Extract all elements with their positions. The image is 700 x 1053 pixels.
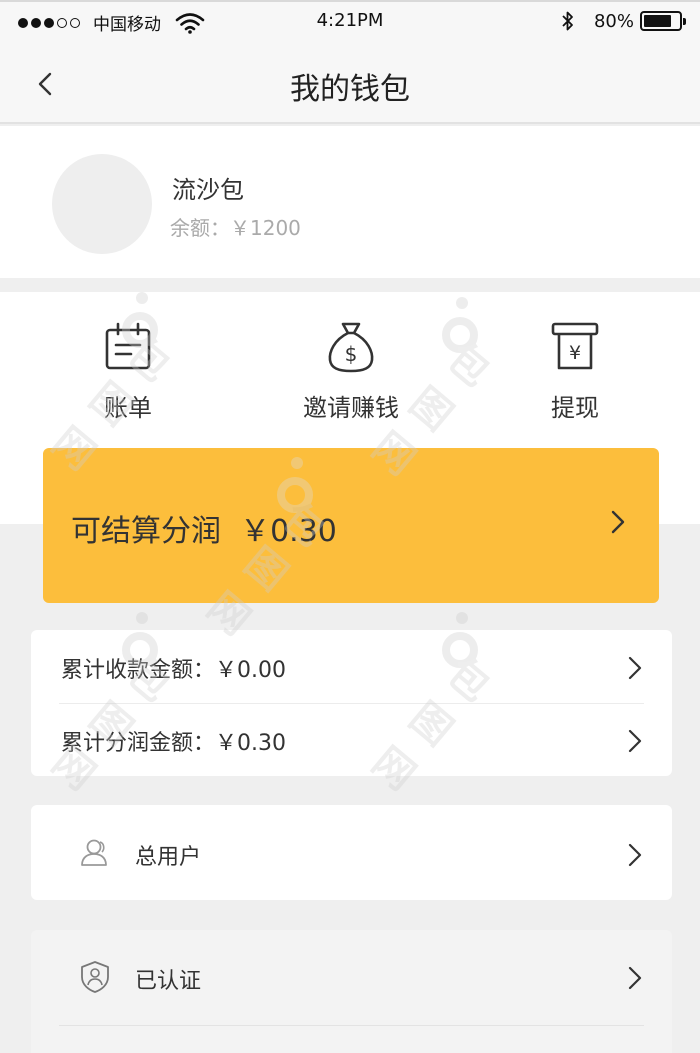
avatar[interactable] [52,154,152,254]
battery-percent: 80% [593,10,634,32]
withdraw-label: 提现 [551,394,599,422]
page-title: 我的钱包 [290,72,410,107]
verified-section: 已认证 [31,930,672,1053]
user-name: 流沙包 [172,176,244,204]
user-group-icon [81,839,107,866]
status-bar: 中国移动 4:21PM 80% [0,0,700,44]
nav-bar: 我的钱包 [0,44,700,124]
svg-text:$: $ [345,342,358,366]
withdraw-atm-icon: ¥ [551,322,599,370]
total-shared-text: 累计分润金额：￥0.30 [61,731,286,756]
total-shared-row[interactable]: 累计分润金额：￥0.30 [31,703,672,776]
withdraw-button[interactable]: ¥ 提现 [495,320,655,423]
bill-calendar-icon [105,322,151,370]
total-users-row[interactable]: 总用户 [31,805,672,900]
verified-row[interactable]: 已认证 [31,930,672,1025]
divider [59,1025,644,1026]
totals-card: 累计收款金额：￥0.00 累计分润金额：￥0.30 [31,630,672,776]
invite-earn-button[interactable]: $ 邀请赚钱 [271,320,431,423]
invite-earn-label: 邀请赚钱 [303,394,399,422]
total-received-row[interactable]: 累计收款金额：￥0.00 [31,630,672,703]
total-users-label: 总用户 [135,845,202,870]
bill-label: 账单 [104,394,152,422]
chevron-right-icon [628,843,642,867]
status-right: 80% [560,10,686,32]
profile-section: 流沙包 余额：￥1200 [0,126,700,278]
chevron-right-icon [628,966,642,990]
shield-user-icon [81,961,109,993]
chevron-right-icon [611,510,625,534]
chevron-right-icon [628,729,642,753]
battery-icon [640,11,686,31]
settleable-profit-text: 可结算分润 ￥0.30 [71,514,337,549]
battery-fill [644,15,672,27]
chevron-right-icon [628,656,642,680]
svg-text:¥: ¥ [569,342,581,364]
verified-label: 已认证 [135,969,202,994]
balance-text: 余额：￥1200 [170,216,301,240]
money-bag-icon: $ [328,322,374,373]
bill-button[interactable]: 账单 [48,320,208,423]
total-received-text: 累计收款金额：￥0.00 [61,658,286,683]
bluetooth-icon [562,11,573,31]
settleable-profit-card[interactable]: 可结算分润 ￥0.30 [43,448,659,603]
